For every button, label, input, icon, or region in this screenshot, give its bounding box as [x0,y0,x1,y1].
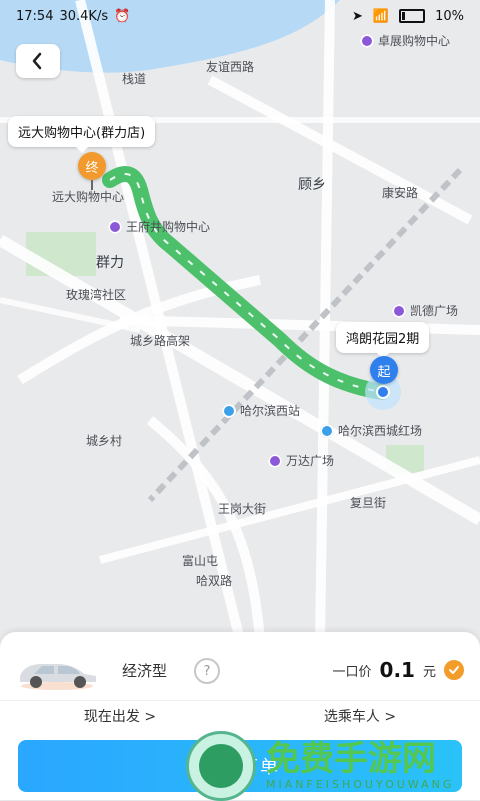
watermark-logo-icon [186,731,256,801]
choose-passenger-button[interactable]: 选乘车人 > [324,706,396,732]
label-yuanda: 远大购物中心 [52,190,125,204]
start-pin: 起 [370,356,398,384]
poi-kaida[interactable]: 凯德广场 [392,302,458,319]
end-marker[interactable]: 终 [78,152,106,190]
label-wangang: 王岗大街 [218,502,267,516]
watermark: 免费手游网 MIANFEISHOUYOUWANG [186,731,476,801]
label-fudan: 复旦街 [350,496,387,510]
divider [0,700,480,701]
destination-callout: 远大购物中心(群力店) [8,116,156,147]
poi-wanda[interactable]: 万达广场 [268,452,334,469]
price-value: 0.1 [379,658,415,682]
shopping-bag-icon [360,33,374,48]
label-chengxiang: 城乡路高架 [130,334,191,348]
price-label: 一口价 [332,664,372,680]
location-icon: ➤ [352,8,363,24]
map-canvas [0,0,480,642]
price-box: 一口价 0.1 元 [333,658,464,682]
origin-callout: 鸿朗花园2期 [336,322,430,353]
car-type-label: 经济型 [122,662,168,680]
label-fushan: 富山屯 [182,554,219,568]
back-button[interactable] [16,44,60,78]
poi-zhuozhan[interactable]: 卓展购物中心 [360,32,450,49]
status-time: 17:54 [16,8,54,24]
battery-level: 10% [435,8,464,24]
label-youyi: 友谊西路 [206,60,255,74]
plaza-icon [320,423,334,438]
start-marker[interactable]: 起 [370,356,398,384]
end-pin: 终 [78,152,106,180]
label-zhandao: 栈道 [122,72,147,86]
depart-time-button[interactable]: 现在出发 > [84,706,156,732]
train-icon [222,403,236,418]
shopping-bag-icon [392,303,406,318]
poi-harbin-west[interactable]: 哈尔滨西站 [222,402,300,419]
poi-wangfujing[interactable]: 王府井购物中心 [108,218,210,235]
poi-harbin-west-red[interactable]: 哈尔滨西城红场 [320,422,422,439]
selected-check-icon[interactable] [444,660,464,680]
car-option-row[interactable]: 经济型 ? 一口价 0.1 元 [0,642,480,698]
map-view[interactable] [0,0,480,642]
label-chengxiang-village: 城乡村 [86,434,123,448]
alarm-icon: ⏰ [114,8,131,24]
label-meiguiwan: 玫瑰湾社区 [66,288,127,302]
watermark-subtitle: MIANFEISHOUYOUWANG [266,777,455,791]
label-kangan: 康安路 [382,186,419,200]
signal-icon: 📶 [372,8,390,24]
label-hashuang: 哈双路 [196,574,233,588]
shopping-bag-icon [268,453,282,468]
back-arrow-icon [32,52,42,70]
shopping-bag-icon [108,219,122,234]
help-icon[interactable]: ? [194,658,220,684]
battery-icon [399,9,426,23]
label-gushan: 顾乡 [298,177,326,193]
label-qunli: 群力 [96,255,124,271]
options-row: 现在出发 > 选乘车人 > [0,706,480,732]
watermark-title: 免费手游网 [266,738,436,779]
status-bar: 17:54 30.4K/s ⏰ ➤ 📶 10% [0,0,480,32]
car-icon [12,648,102,692]
price-unit: 元 [422,664,436,680]
status-speed: 30.4K/s [59,8,109,24]
